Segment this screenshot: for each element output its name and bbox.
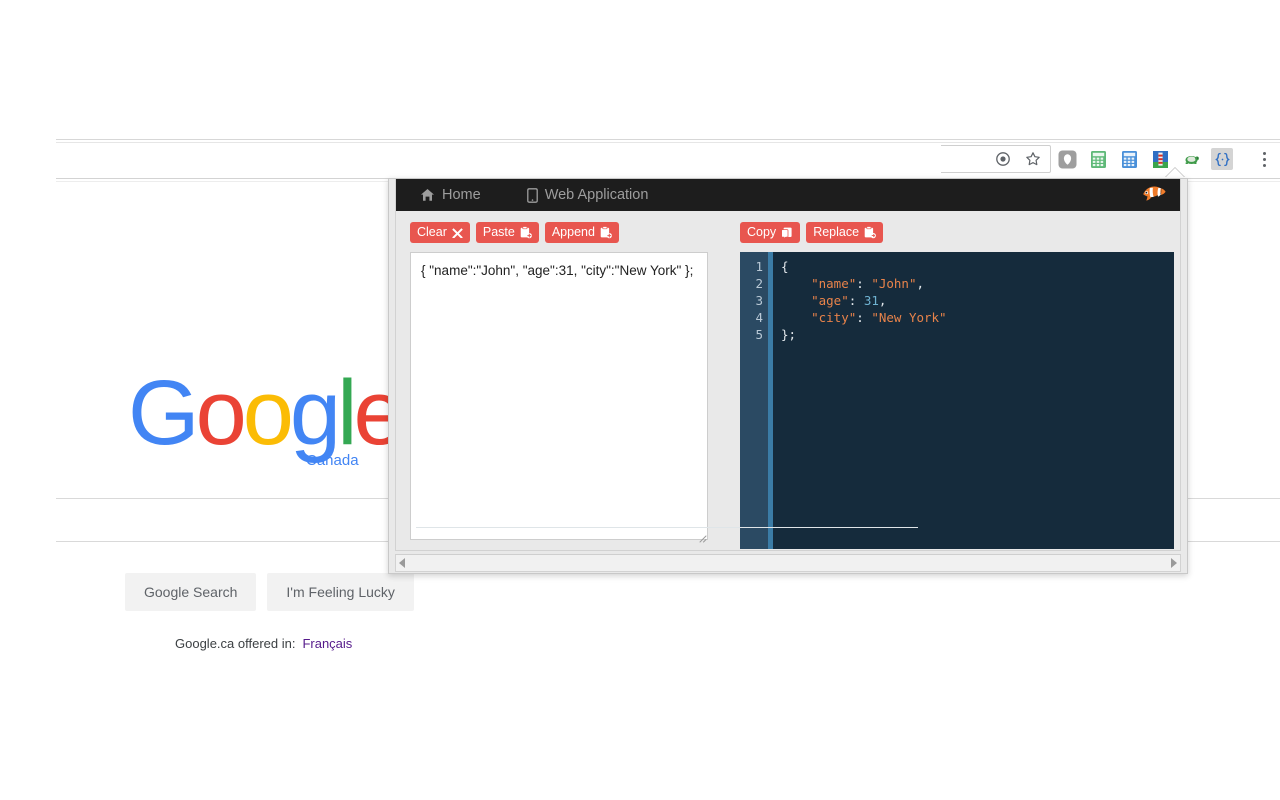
page-action-icon[interactable] <box>992 148 1014 170</box>
json-input-wrapper <box>410 252 710 545</box>
extension-blue-calculator-icon[interactable] <box>1118 148 1140 170</box>
kebab-dot <box>1262 163 1266 167</box>
line-number: 3 <box>755 293 763 308</box>
offered-in-row: Google.ca offered in: Français <box>175 636 352 651</box>
code-token-punc: : <box>856 310 872 325</box>
scroll-left-arrow-icon[interactable] <box>399 558 405 568</box>
code-token-punc <box>781 310 811 325</box>
line-number: 4 <box>755 310 763 325</box>
output-button-bar: Copy Replace <box>740 211 1178 252</box>
extension-popup: Home Web Application Clear Paste Append … <box>388 178 1188 574</box>
logo-letter-o1: o <box>195 362 247 464</box>
input-button-bar: Clear Paste Append <box>410 211 722 252</box>
json-output-editor[interactable]: 1 2 3 4 5 { "name": "John", "age": 31, "… <box>740 252 1174 549</box>
code-token-punc: , <box>916 276 925 291</box>
screen: Google Canada Google Search I'm Feeling … <box>0 0 1280 800</box>
browser-toolbar <box>56 136 1280 182</box>
toolbar-divider-top-2 <box>56 142 1280 143</box>
output-panel: Copy Replace 1 2 3 4 5 {"name": "John",… <box>740 211 1178 549</box>
kebab-dot <box>1262 157 1266 161</box>
line-number: 5 <box>755 327 763 342</box>
code-line: "age": 31, <box>781 292 1174 309</box>
popup-pointer <box>1166 168 1184 177</box>
extension-json-formatter-icon[interactable] <box>1211 148 1233 170</box>
popup-bottom-divider <box>416 527 918 528</box>
code-token-punc: : <box>856 276 872 291</box>
toolbar-divider-top <box>56 139 1280 140</box>
feeling-lucky-button[interactable]: I'm Feeling Lucky <box>267 573 414 611</box>
google-search-button[interactable]: Google Search <box>125 573 257 611</box>
scroll-right-arrow-icon[interactable] <box>1171 558 1177 568</box>
nav-web-application[interactable]: Web Application <box>526 187 649 203</box>
code-token-punc: : <box>848 293 864 308</box>
input-panel: Clear Paste Append {"name":"John", "age… <box>410 211 722 545</box>
logo-letter-o2: o <box>242 362 294 464</box>
replace-button[interactable]: Replace <box>806 222 884 243</box>
code-line: "city": "New York" <box>781 309 1174 326</box>
editor-code-area[interactable]: { "name": "John", "age": 31, "city": "Ne… <box>773 252 1174 549</box>
nav-web-application-label: Web Application <box>544 187 649 203</box>
clear-button-label: Clear <box>417 225 447 240</box>
code-token-key: "name" <box>811 276 857 291</box>
clipboard-plus-icon <box>520 226 532 239</box>
code-token-punc <box>781 276 811 291</box>
code-token-str: "New York" <box>871 310 947 325</box>
omnibox-actions <box>941 145 1051 173</box>
popup-content: Home Web Application Clear Paste Append … <box>395 179 1181 551</box>
code-line: "name": "John", <box>781 275 1174 292</box>
code-token-punc: }; <box>781 327 797 342</box>
replace-button-label: Replace <box>813 225 860 240</box>
popup-horizontal-scrollbar[interactable] <box>395 554 1181 572</box>
code-token-key: "age" <box>811 293 849 308</box>
logo-letter-l: l <box>337 362 358 464</box>
copy-button[interactable]: Copy <box>740 222 801 243</box>
code-line: }; <box>781 326 1174 343</box>
bookmark-star-icon[interactable] <box>1022 148 1044 170</box>
clownfish-logo-icon <box>1138 180 1168 208</box>
code-token-punc: { <box>781 259 789 274</box>
clear-button[interactable]: Clear <box>410 222 470 243</box>
paste-button-label: Paste <box>482 225 515 240</box>
code-line: { <box>781 258 1174 275</box>
paste-button[interactable]: Paste <box>475 222 539 243</box>
google-logo: Google <box>128 367 405 459</box>
times-icon <box>452 227 463 238</box>
nav-home[interactable]: Home <box>420 187 481 203</box>
kebab-dot <box>1262 151 1266 155</box>
editor-gutter: 1 2 3 4 5 <box>740 252 768 549</box>
copy-button-label: Copy <box>747 225 777 240</box>
append-button[interactable]: Append <box>544 222 619 243</box>
nav-home-label: Home <box>442 187 481 203</box>
code-token-key: "city" <box>811 310 857 325</box>
line-number: 1 <box>755 259 763 274</box>
google-country-label: Canada <box>306 452 359 469</box>
copy-icon <box>781 226 793 239</box>
code-token-str: "John" <box>871 276 917 291</box>
offered-in-text: Google.ca offered in: <box>175 636 296 651</box>
language-link-francais[interactable]: Français <box>302 636 352 651</box>
clipboard-plus-icon <box>600 226 612 239</box>
chrome-menu-button[interactable] <box>1256 147 1272 171</box>
append-button-label: Append <box>551 225 595 240</box>
mobile-icon <box>526 187 538 203</box>
code-token-punc <box>781 293 811 308</box>
line-number: 2 <box>755 276 763 291</box>
extension-green-calculator-icon[interactable] <box>1087 148 1109 170</box>
home-icon <box>420 188 435 202</box>
extension-adblock-icon[interactable] <box>1056 148 1078 170</box>
logo-letter-G: G <box>128 362 200 464</box>
code-token-num: 31 <box>863 293 879 308</box>
logo-letter-g: g <box>289 362 341 464</box>
code-token-punc: , <box>878 293 887 308</box>
extension-tray <box>1056 144 1233 174</box>
clipboard-icon <box>864 226 876 239</box>
popup-navbar: Home Web Application <box>396 179 1180 211</box>
google-button-row: Google Search I'm Feeling Lucky <box>125 573 414 611</box>
json-input[interactable] <box>410 252 708 540</box>
